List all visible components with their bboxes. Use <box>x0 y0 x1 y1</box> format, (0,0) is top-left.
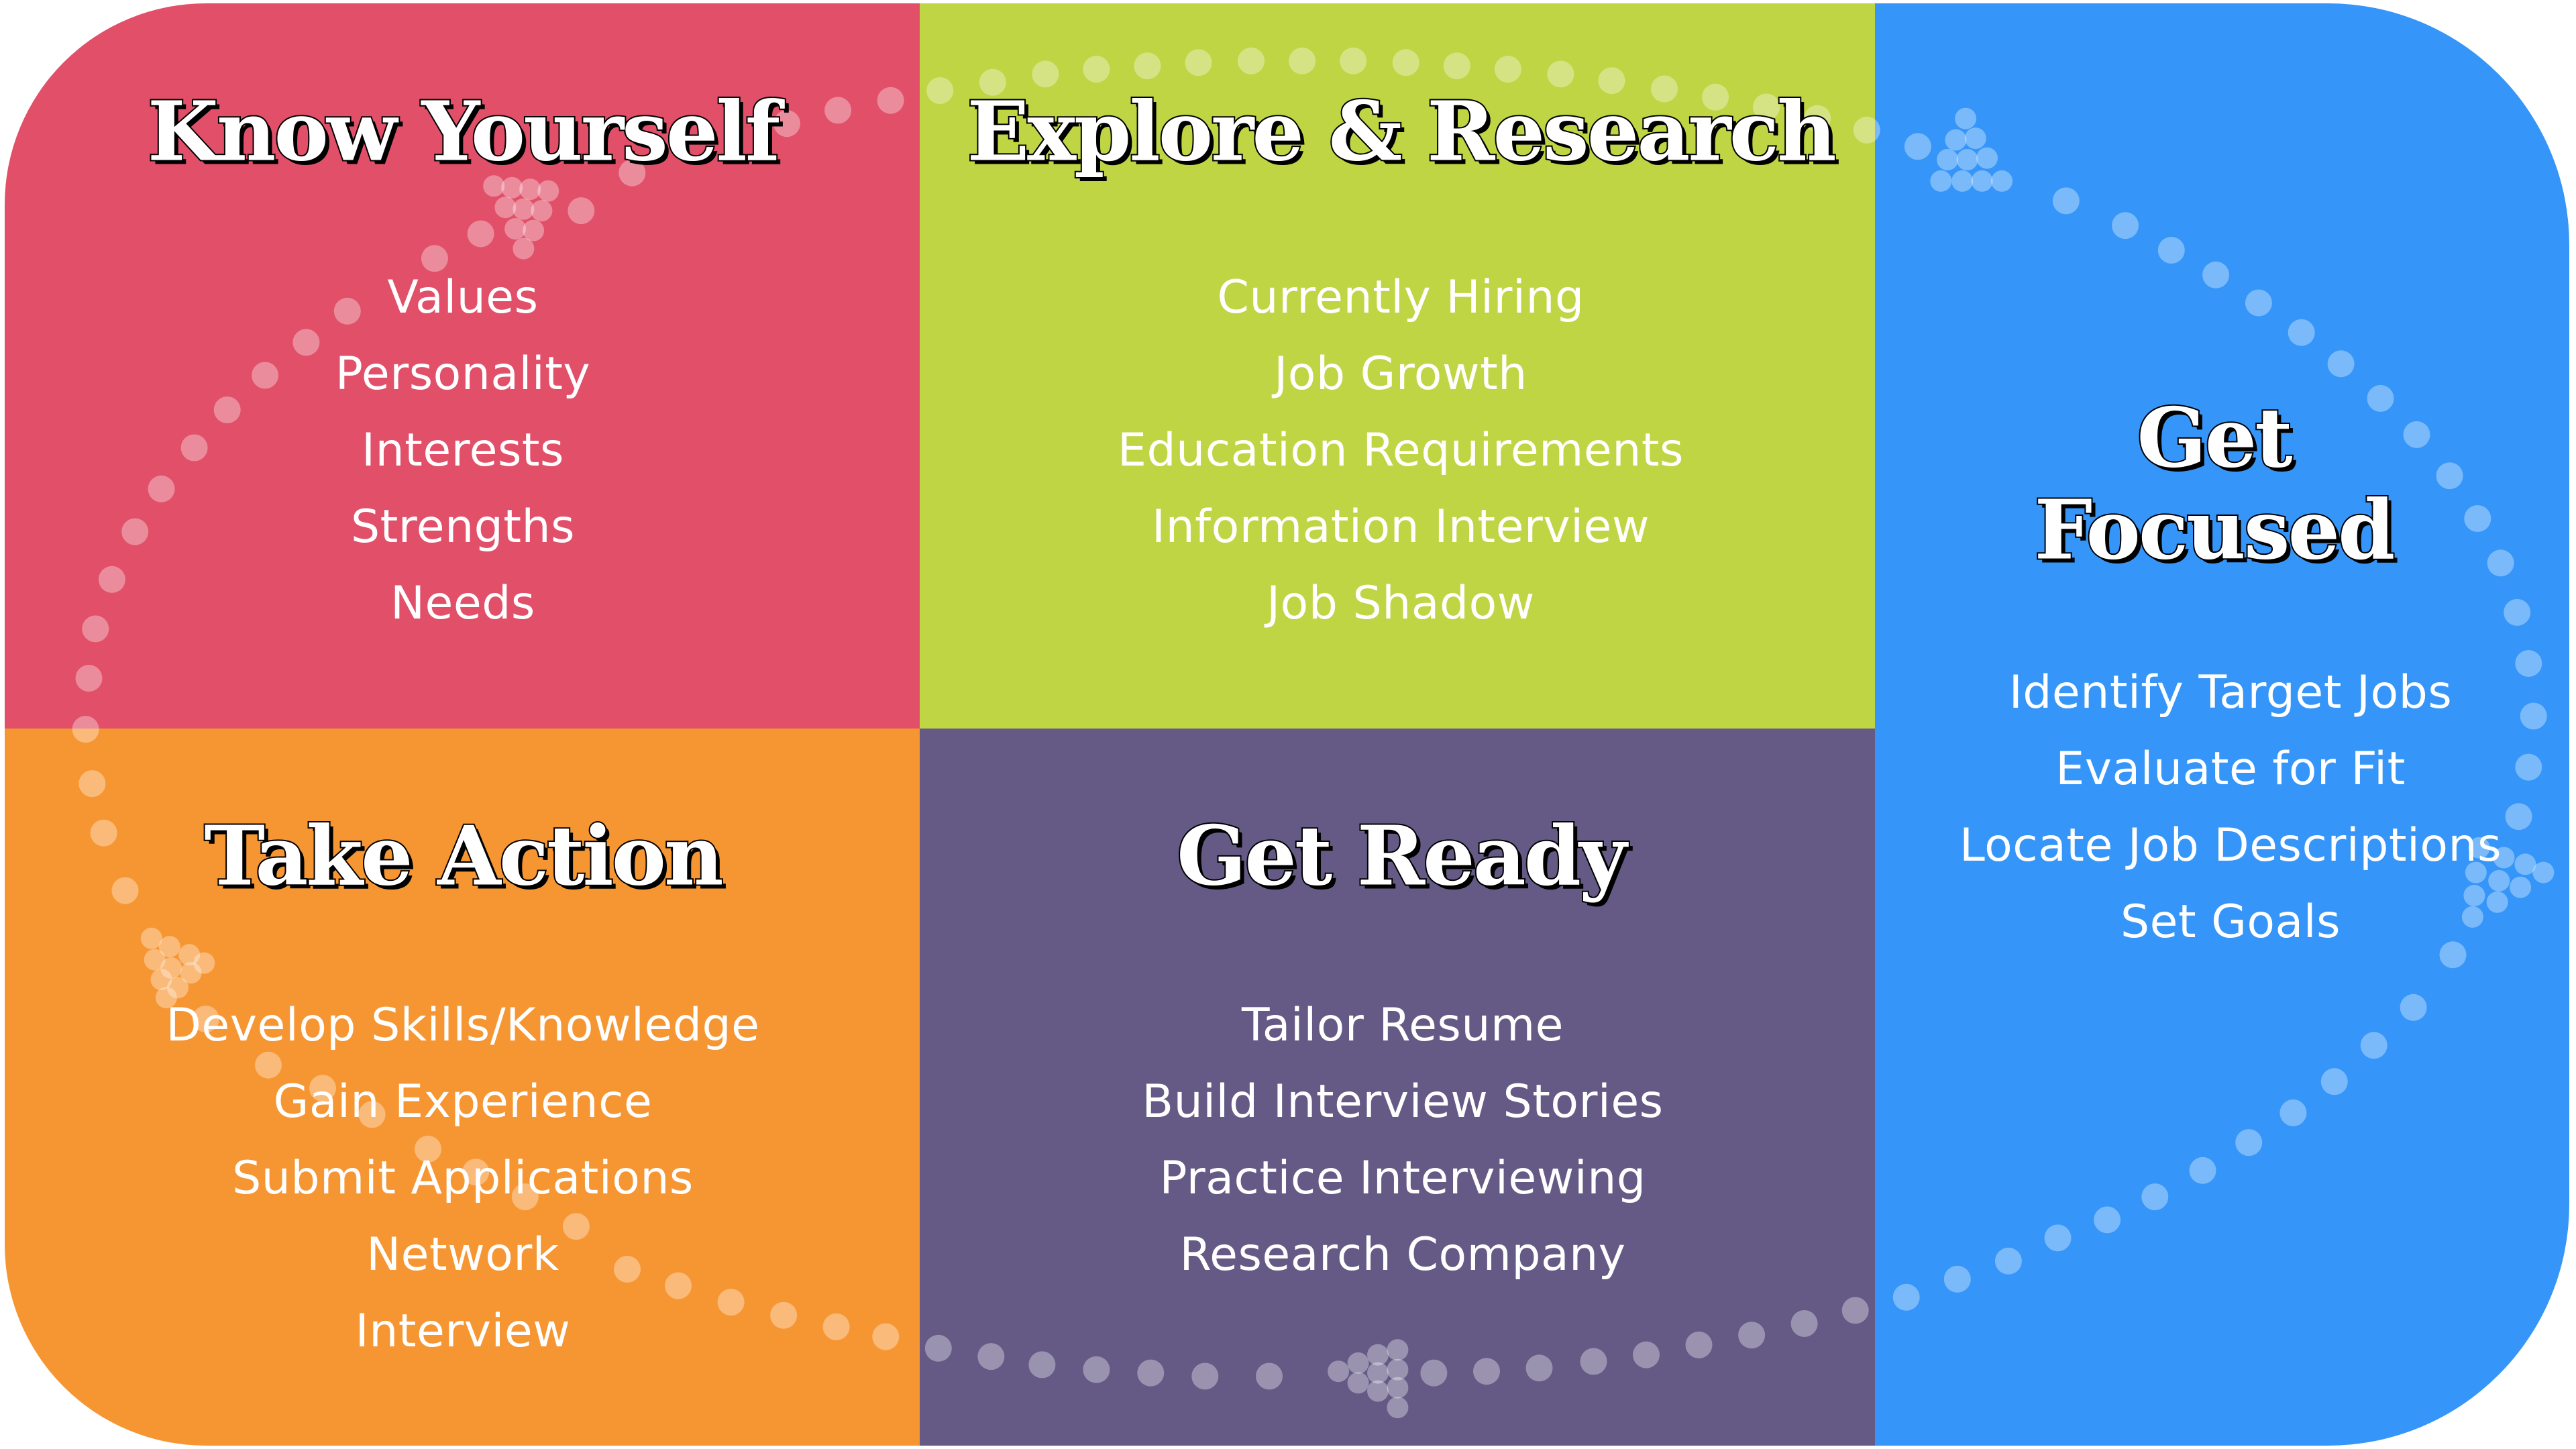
list-item: Strengths <box>350 500 576 553</box>
list-item: Values <box>387 271 539 324</box>
list-item: Interests <box>362 424 564 477</box>
list-item: Education Requirements <box>1118 424 1684 477</box>
list-item: Needs <box>390 577 535 630</box>
list-item: Submit Applications <box>232 1152 694 1205</box>
list-item: Research Company <box>1179 1228 1626 1281</box>
list-item: Currently Hiring <box>1217 271 1585 324</box>
list-item: Personality <box>335 347 591 400</box>
list-item: Identify Target Jobs <box>2008 666 2453 719</box>
list-item: Tailor Resume <box>1241 999 1564 1052</box>
list-item: Job Growth <box>1274 347 1527 400</box>
list-item: Set Goals <box>2120 896 2341 949</box>
list-item: Develop Skills/Knowledge <box>166 999 760 1052</box>
know-yourself-title: Know Yourself <box>146 83 782 180</box>
list-item: Practice Interviewing <box>1159 1152 1646 1205</box>
get-focused-title-line1: Get <box>2135 389 2294 486</box>
explore-research-title: Explore & Research <box>965 83 1837 180</box>
list-item: Network <box>366 1228 559 1281</box>
get-ready-list: Tailor Resume Build Interview Stories Pr… <box>1142 987 1663 1293</box>
take-action-list: Develop Skills/Knowledge Gain Experience… <box>166 987 760 1370</box>
list-item: Evaluate for Fit <box>2055 743 2406 796</box>
explore-research-list: Currently Hiring Job Growth Education Re… <box>1118 260 1684 642</box>
get-ready-title: Get Ready <box>1175 807 1628 904</box>
know-yourself-list: Values Personality Interests Strengths N… <box>335 260 590 642</box>
list-item: Locate Job Descriptions <box>1959 819 2502 872</box>
take-action-title: Take Action <box>203 807 724 904</box>
list-item: Gain Experience <box>273 1075 653 1128</box>
get-focused-title-line2: Focused <box>2033 481 2397 578</box>
list-item: Information Interview <box>1152 500 1650 553</box>
list-item: Job Shadow <box>1267 577 1535 630</box>
list-item: Interview <box>355 1305 571 1358</box>
list-item: Build Interview Stories <box>1142 1075 1664 1128</box>
get-focused-list: Identify Target Jobs Evaluate for Fit Lo… <box>1960 655 2502 961</box>
